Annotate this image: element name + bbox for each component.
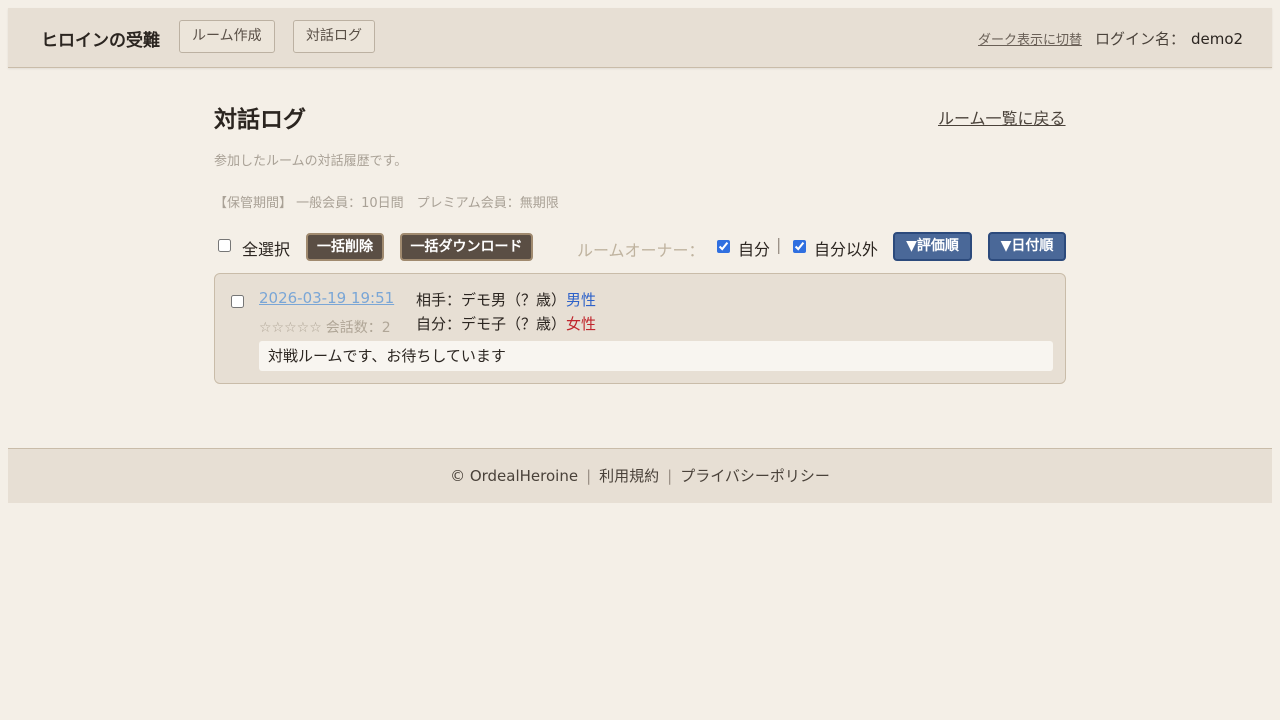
partner-info: 相手：デモ男（？歳）男性	[416, 289, 596, 310]
site-footer: © OrdealHeroine | 利用規約 | プライバシーポリシー	[8, 448, 1272, 503]
nav-dialog-log-button[interactable]: 対話ログ	[293, 20, 375, 53]
log-card: 2026-03-19 19:51 ☆☆☆☆☆ 会話数：2 相手：デモ男（？歳）男性…	[214, 273, 1066, 384]
log-message: 対戦ルームです、お待ちしています	[259, 341, 1053, 371]
partner-gender: 男性	[566, 291, 597, 309]
bulk-delete-button[interactable]: 一括削除	[306, 233, 384, 261]
page-description: 参加したルームの対話履歴です。	[214, 154, 408, 169]
partner-name: 相手：デモ男（？歳）	[416, 291, 567, 309]
owner-others-label[interactable]: 自分以外	[814, 236, 878, 260]
page-title: 対話ログ	[214, 107, 306, 133]
footer-separator: |	[667, 467, 673, 485]
site-brand[interactable]: ヒロインの受難	[41, 26, 160, 51]
select-all-checkbox[interactable]	[218, 239, 231, 252]
turn-count: 会話数：2	[325, 320, 391, 336]
self-info: 自分：デモ子（？歳）女性	[416, 313, 596, 334]
footer-separator: |	[586, 467, 592, 485]
nav-room-create-button[interactable]: ルーム作成	[179, 20, 275, 53]
sort-by-date-button[interactable]: ▼日付順	[988, 232, 1066, 261]
dark-mode-toggle-link[interactable]: ダーク表示に切替	[978, 29, 1082, 48]
login-username: demo2	[1191, 30, 1244, 48]
log-date-link[interactable]: 2026-03-19 19:51	[259, 289, 394, 307]
footer-copyright: © OrdealHeroine	[450, 467, 579, 485]
bulk-download-button[interactable]: 一括ダウンロード	[400, 233, 533, 261]
rating-stars-icon: ☆☆☆☆☆	[259, 320, 322, 336]
login-info: ログイン名： demo2	[1095, 28, 1243, 49]
site-header: ヒロインの受難 ルーム作成 対話ログ ダーク表示に切替 ログイン名： demo2	[8, 8, 1272, 68]
footer-privacy-link[interactable]: プライバシーポリシー	[680, 467, 830, 485]
log-meta: ☆☆☆☆☆ 会話数：2	[259, 317, 391, 337]
retention-notice: 【保管期間】 一般会員：10日間 プレミアム会員：無期限	[214, 196, 559, 211]
log-select-checkbox[interactable]	[231, 295, 244, 308]
owner-self-checkbox[interactable]	[717, 240, 730, 253]
room-owner-label: ルームオーナー：	[577, 241, 705, 260]
owner-filter-separator: |	[776, 235, 782, 254]
footer-terms-link[interactable]: 利用規約	[599, 467, 659, 485]
self-gender: 女性	[566, 315, 597, 333]
owner-others-checkbox[interactable]	[793, 240, 806, 253]
owner-self-label[interactable]: 自分	[738, 236, 770, 260]
self-name: 自分：デモ子（？歳）	[416, 315, 567, 333]
login-label: ログイン名：	[1095, 30, 1186, 48]
select-all-label[interactable]: 全選択	[242, 236, 290, 260]
back-to-room-list-link[interactable]: ルーム一覧に戻る	[938, 105, 1066, 129]
sort-by-rating-button[interactable]: ▼評価順	[893, 232, 972, 261]
